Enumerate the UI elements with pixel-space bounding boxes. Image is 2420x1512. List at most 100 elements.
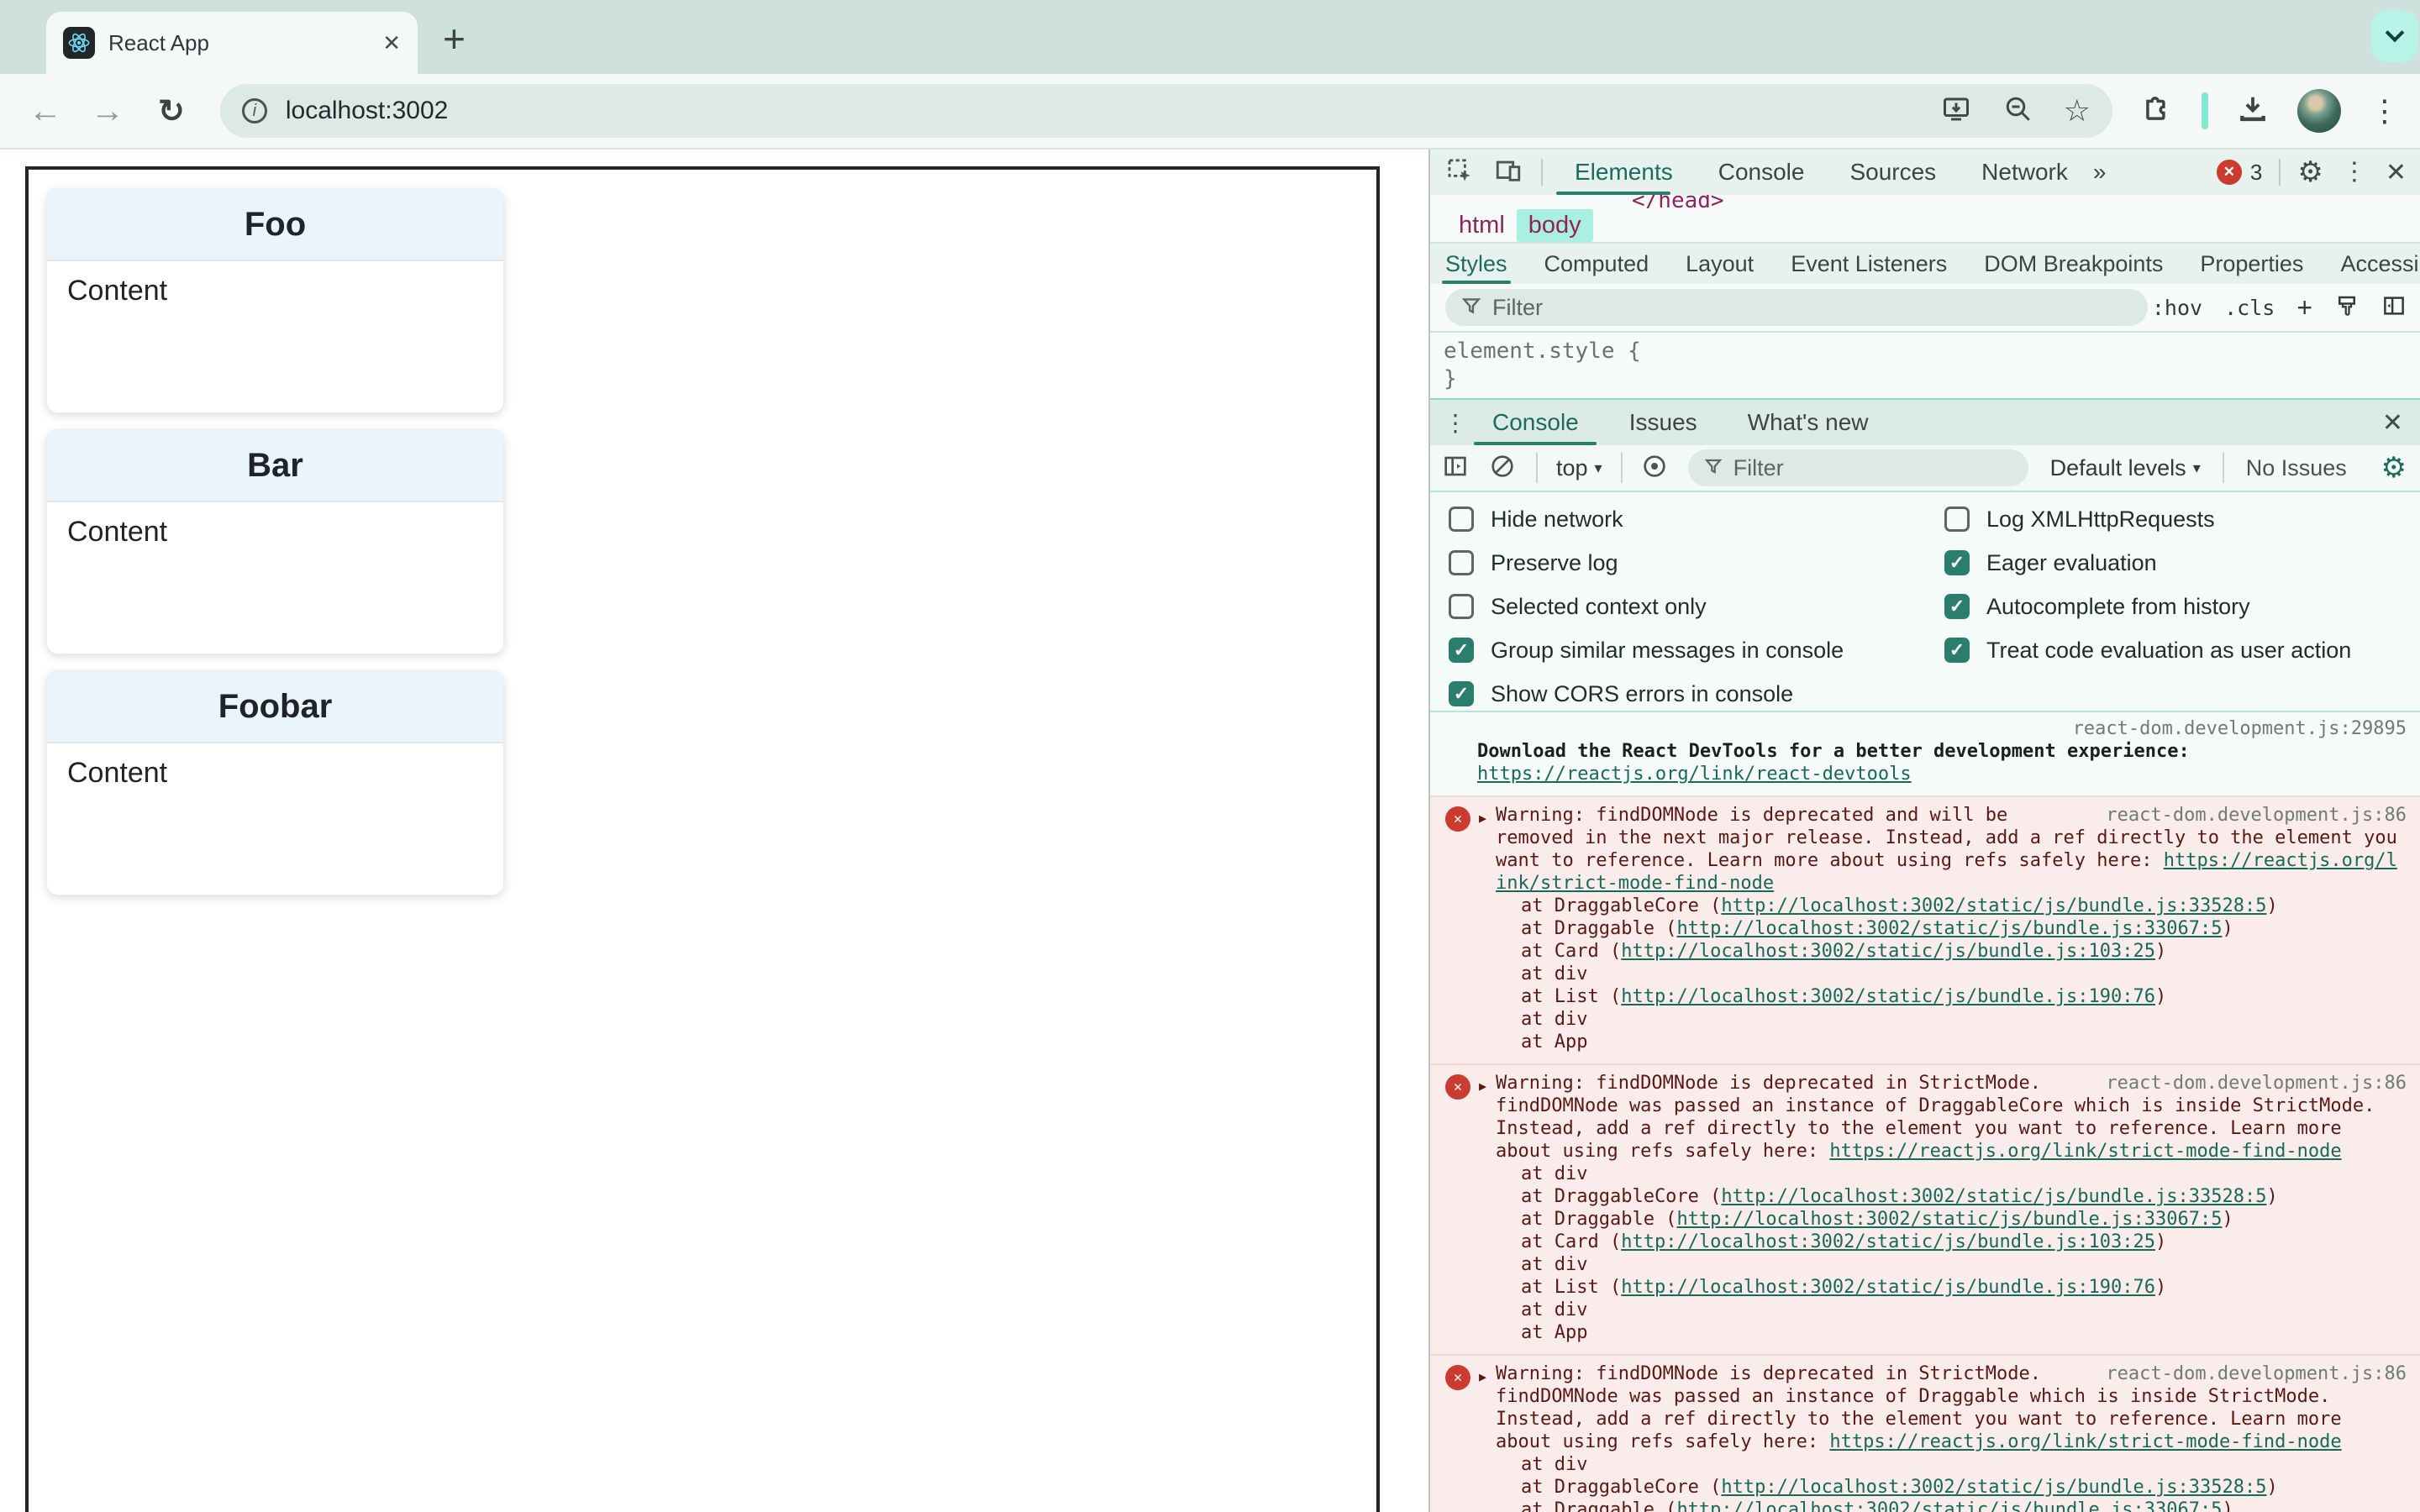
tab-properties[interactable]: Properties <box>2200 251 2303 277</box>
message-link[interactable]: https://reactjs.org/link/react-devtools <box>1477 764 1912 785</box>
url-text[interactable]: localhost:3002 <box>286 97 448 125</box>
stack-frame-link[interactable]: http://localhost:3002/static/js/bundle.j… <box>1621 941 2155 962</box>
element-style-block[interactable]: element.style { } <box>1430 333 2420 400</box>
dom-tree-clipped-row[interactable]: </head> <box>1430 195 2420 208</box>
settings-checkbox-row[interactable]: ✓ Eager evaluation <box>1944 541 2351 585</box>
expand-triangle-icon[interactable]: ▶ <box>1479 1075 1486 1098</box>
issues-counter[interactable]: No Issues <box>2246 455 2347 481</box>
expand-triangle-icon[interactable]: ▶ <box>1479 807 1486 830</box>
console-sidebar-icon[interactable] <box>1442 453 1469 484</box>
tab-sources[interactable]: Sources <box>1849 159 1936 186</box>
browser-tab-react-app[interactable]: React App ✕ <box>46 12 418 74</box>
devtools-menu-icon[interactable]: ⋮ <box>2342 157 2367 187</box>
settings-checkbox-row[interactable]: ✓ Hide network <box>1449 497 1844 541</box>
forward-button[interactable]: → <box>91 92 124 130</box>
rendering-brush-icon[interactable] <box>2334 293 2360 323</box>
toggle-class-button[interactable]: .cls <box>2224 296 2275 320</box>
expand-triangle-icon[interactable]: ▶ <box>1479 1366 1486 1389</box>
card-header[interactable]: Foo <box>47 189 503 261</box>
tab-computed[interactable]: Computed <box>1544 251 1649 277</box>
drawer-menu-icon[interactable]: ⋮ <box>1444 409 1467 437</box>
tab-search-button[interactable] <box>2371 10 2418 62</box>
downloads-icon[interactable] <box>2237 93 2269 129</box>
address-bar[interactable]: i localhost:3002 ☆ <box>219 84 2112 138</box>
console-filter-input[interactable]: Filter <box>1687 449 2028 486</box>
settings-checkbox-row[interactable]: ✓ Preserve log <box>1449 541 1844 585</box>
checkbox[interactable]: ✓ <box>1944 638 1970 663</box>
devtools-settings-gear-icon[interactable]: ⚙ <box>2297 158 2323 186</box>
message-link[interactable]: https://reactjs.org/link/strict-mode-fin… <box>1829 1141 2341 1162</box>
tab-network[interactable]: Network <box>1981 159 2068 186</box>
tab-accessibility[interactable]: Accessibility <box>2340 251 2420 277</box>
bookmark-star-icon[interactable]: ☆ <box>2064 96 2091 126</box>
checkbox[interactable]: ✓ <box>1944 594 1970 619</box>
sidebar-toggle-icon[interactable] <box>2381 293 2407 323</box>
stack-frame-link[interactable]: http://localhost:3002/static/js/bundle.j… <box>1721 895 2266 916</box>
tab-close-icon[interactable]: ✕ <box>382 30 401 56</box>
new-style-rule-button[interactable]: + <box>2296 292 2312 323</box>
stack-frame-link[interactable]: http://localhost:3002/static/js/bundle.j… <box>1621 1277 2155 1298</box>
stack-frame-link[interactable]: http://localhost:3002/static/js/bundle.j… <box>1676 1209 2222 1230</box>
settings-checkbox-row[interactable]: ✓ Autocomplete from history <box>1944 585 2351 628</box>
message-source-link[interactable]: react-dom.development.js:86 <box>2106 804 2407 827</box>
stack-frame-link[interactable]: http://localhost:3002/static/js/bundle.j… <box>1621 986 2155 1007</box>
settings-checkbox-row[interactable]: ✓ Show CORS errors in console <box>1449 672 1844 716</box>
context-selector[interactable]: top <box>1556 455 1588 481</box>
checkbox[interactable]: ✓ <box>1449 681 1474 706</box>
checkbox[interactable]: ✓ <box>1449 638 1474 663</box>
log-levels-dropdown[interactable]: Default levels <box>2050 455 2186 481</box>
clear-console-icon[interactable] <box>1489 453 1516 484</box>
error-badge-icon[interactable]: ✕ <box>2216 160 2242 185</box>
back-button[interactable]: ← <box>29 92 62 130</box>
stack-frame-link[interactable]: http://localhost:3002/static/js/bundle.j… <box>1721 1477 2266 1498</box>
site-info-icon[interactable]: i <box>241 98 267 123</box>
draggable-card[interactable]: Foobar Content <box>46 670 504 895</box>
device-toolbar-icon[interactable] <box>1494 156 1523 189</box>
tab-elements[interactable]: Elements <box>1575 159 1673 186</box>
tab-styles[interactable]: Styles <box>1445 251 1507 277</box>
toggle-hover-state-button[interactable]: :hov <box>2152 296 2202 320</box>
live-expression-eye-icon[interactable] <box>1641 453 1668 484</box>
drawer-tab-console[interactable]: Console <box>1492 409 1579 436</box>
message-source-link[interactable]: react-dom.development.js:29895 <box>1477 717 2407 740</box>
browser-menu-icon[interactable]: ⋮ <box>2370 96 2400 126</box>
profile-avatar[interactable] <box>2296 89 2341 133</box>
devtools-close-icon[interactable]: ✕ <box>2386 158 2407 187</box>
breadcrumb-body[interactable]: body <box>1516 208 1593 242</box>
tab-dom-breakpoints[interactable]: DOM Breakpoints <box>1984 251 2163 277</box>
stack-frame-link[interactable]: http://localhost:3002/static/js/bundle.j… <box>1621 1231 2155 1252</box>
console-settings-gear-icon[interactable]: ⚙ <box>2381 454 2407 482</box>
stack-frame-link[interactable]: http://localhost:3002/static/js/bundle.j… <box>1676 918 2222 939</box>
checkbox[interactable]: ✓ <box>1944 507 1970 532</box>
inspect-element-icon[interactable] <box>1445 156 1474 189</box>
draggable-card[interactable]: Foo Content <box>46 188 504 413</box>
card-header[interactable]: Bar <box>47 430 503 502</box>
settings-checkbox-row[interactable]: ✓ Treat code evaluation as user action <box>1944 628 2351 672</box>
checkbox[interactable]: ✓ <box>1449 550 1474 575</box>
tab-console[interactable]: Console <box>1718 159 1805 186</box>
styles-filter-input[interactable]: Filter <box>1445 289 2148 326</box>
settings-checkbox-row[interactable]: ✓ Log XMLHttpRequests <box>1944 497 2351 541</box>
drawer-close-icon[interactable]: ✕ <box>2382 408 2403 438</box>
stack-frame-link[interactable]: http://localhost:3002/static/js/bundle.j… <box>1676 1499 2222 1512</box>
message-link[interactable]: https://reactjs.org/link/strict-mode-fin… <box>1829 1431 2341 1452</box>
more-tabs-icon[interactable]: » <box>2093 159 2107 186</box>
checkbox[interactable]: ✓ <box>1449 507 1474 532</box>
message-source-link[interactable]: react-dom.development.js:86 <box>2106 1362 2407 1385</box>
message-source-link[interactable]: react-dom.development.js:86 <box>2106 1072 2407 1095</box>
extensions-puzzle-icon[interactable] <box>2141 93 2173 129</box>
tab-event-listeners[interactable]: Event Listeners <box>1791 251 1947 277</box>
draggable-card[interactable]: Bar Content <box>46 429 504 654</box>
checkbox[interactable]: ✓ <box>1449 594 1474 619</box>
stack-frame-link[interactable]: http://localhost:3002/static/js/bundle.j… <box>1721 1186 2266 1207</box>
drawer-tab-whats-new[interactable]: What's new <box>1748 409 1869 436</box>
breadcrumb-html[interactable]: html <box>1459 212 1505 239</box>
drawer-tab-issues[interactable]: Issues <box>1629 409 1697 436</box>
settings-checkbox-row[interactable]: ✓ Selected context only <box>1449 585 1844 628</box>
zoom-out-icon[interactable] <box>2003 94 2033 129</box>
tab-layout[interactable]: Layout <box>1686 251 1754 277</box>
new-tab-button[interactable]: + <box>443 12 466 66</box>
settings-checkbox-row[interactable]: ✓ Group similar messages in console <box>1449 628 1844 672</box>
install-app-icon[interactable] <box>1939 94 1973 129</box>
card-header[interactable]: Foobar <box>47 671 503 743</box>
